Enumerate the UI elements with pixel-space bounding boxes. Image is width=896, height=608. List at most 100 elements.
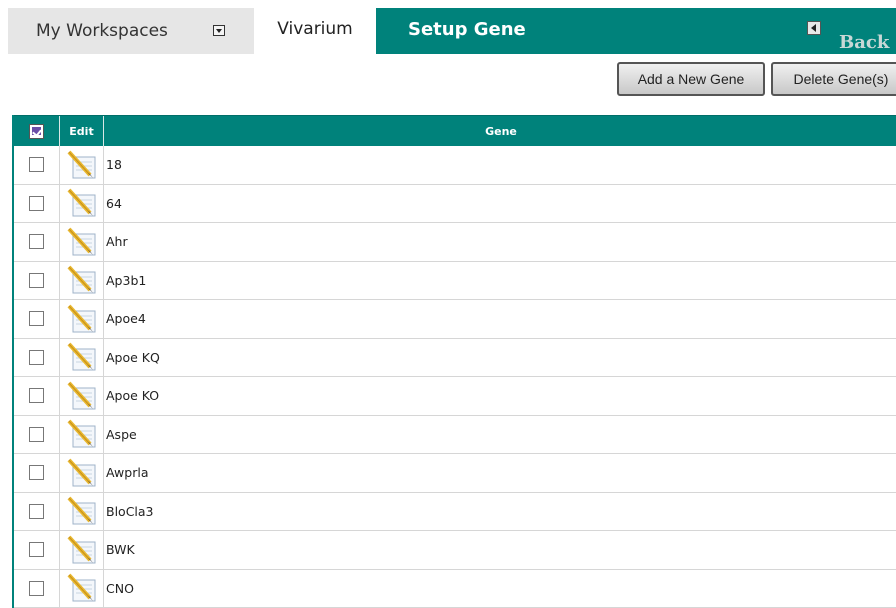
pencil-icon bbox=[65, 227, 99, 257]
edit-cell[interactable] bbox=[60, 570, 104, 608]
gene-cell: Aspe bbox=[104, 416, 896, 454]
gene-cell: BWK bbox=[104, 531, 896, 569]
row-select-cell bbox=[14, 339, 60, 377]
pencil-icon bbox=[65, 419, 99, 449]
table-row[interactable]: 18 bbox=[14, 146, 896, 185]
table-row[interactable]: Apoe4 bbox=[14, 300, 896, 339]
row-checkbox[interactable] bbox=[29, 427, 44, 442]
gene-table: Edit Gene 18 64 Ahr Ap3b1 Apoe4 Apoe KQ Apoe K… bbox=[12, 115, 896, 608]
gene-cell: Apoe KO bbox=[104, 377, 896, 415]
edit-cell[interactable] bbox=[60, 493, 104, 531]
gene-cell: Awprla bbox=[104, 454, 896, 492]
edit-cell[interactable] bbox=[60, 300, 104, 338]
tab-vivarium[interactable]: Vivarium bbox=[254, 8, 376, 54]
select-all-checkbox-icon[interactable] bbox=[29, 124, 44, 139]
row-checkbox[interactable] bbox=[29, 581, 44, 596]
gene-name: BloCla3 bbox=[106, 504, 154, 519]
pencil-icon bbox=[65, 535, 99, 565]
table-row[interactable]: BWK bbox=[14, 531, 896, 570]
dropdown-arrow-icon[interactable] bbox=[213, 25, 225, 36]
gene-name: Ap3b1 bbox=[106, 273, 146, 288]
edit-cell[interactable] bbox=[60, 377, 104, 415]
edit-cell[interactable] bbox=[60, 531, 104, 569]
table-row[interactable]: Aspe bbox=[14, 416, 896, 455]
delete-genes-button[interactable]: Delete Gene(s) bbox=[771, 62, 896, 96]
row-checkbox[interactable] bbox=[29, 388, 44, 403]
pencil-icon bbox=[65, 342, 99, 372]
gene-name: Aspe bbox=[106, 427, 137, 442]
table-row[interactable]: Awprla bbox=[14, 454, 896, 493]
gene-cell: Apoe KQ bbox=[104, 339, 896, 377]
row-checkbox[interactable] bbox=[29, 157, 44, 172]
gene-column-header[interactable]: Gene bbox=[104, 116, 896, 146]
gene-name: Apoe KQ bbox=[106, 350, 160, 365]
row-checkbox[interactable] bbox=[29, 465, 44, 480]
row-select-cell bbox=[14, 531, 60, 569]
gene-name: Apoe4 bbox=[106, 311, 146, 326]
row-checkbox[interactable] bbox=[29, 273, 44, 288]
pencil-icon bbox=[65, 381, 99, 411]
tab-vivarium-label: Vivarium bbox=[277, 19, 353, 39]
tab-my-workspaces[interactable]: My Workspaces bbox=[8, 8, 254, 54]
select-all-cell bbox=[14, 116, 60, 146]
table-header: Edit Gene bbox=[14, 115, 896, 146]
table-row[interactable]: Ap3b1 bbox=[14, 262, 896, 301]
back-button[interactable]: Back bbox=[807, 21, 827, 35]
edit-cell[interactable] bbox=[60, 262, 104, 300]
gene-name: 64 bbox=[106, 196, 122, 211]
pencil-icon bbox=[65, 304, 99, 334]
gene-cell: BloCla3 bbox=[104, 493, 896, 531]
row-select-cell bbox=[14, 262, 60, 300]
top-navigation: My Workspaces Vivarium Setup Gene Back bbox=[0, 0, 896, 54]
row-checkbox[interactable] bbox=[29, 311, 44, 326]
pencil-icon bbox=[65, 188, 99, 218]
table-row[interactable]: Apoe KO bbox=[14, 377, 896, 416]
edit-cell[interactable] bbox=[60, 416, 104, 454]
row-checkbox[interactable] bbox=[29, 504, 44, 519]
gene-cell: Apoe4 bbox=[104, 300, 896, 338]
gene-name: CNO bbox=[106, 581, 134, 596]
row-checkbox[interactable] bbox=[29, 542, 44, 557]
gene-cell: Ahr bbox=[104, 223, 896, 261]
page-title: Setup Gene bbox=[408, 19, 526, 40]
edit-header-label: Edit bbox=[69, 125, 93, 138]
edit-cell[interactable] bbox=[60, 223, 104, 261]
edit-cell[interactable] bbox=[60, 339, 104, 377]
table-row[interactable]: BloCla3 bbox=[14, 493, 896, 532]
tab-setup-gene: Setup Gene Back bbox=[376, 8, 896, 54]
edit-cell[interactable] bbox=[60, 146, 104, 184]
gene-name: BWK bbox=[106, 542, 135, 557]
gene-header-label: Gene bbox=[485, 125, 517, 138]
row-select-cell bbox=[14, 416, 60, 454]
tab-my-workspaces-label: My Workspaces bbox=[36, 21, 168, 41]
pencil-icon bbox=[65, 573, 99, 603]
table-row[interactable]: Apoe KQ bbox=[14, 339, 896, 378]
row-select-cell bbox=[14, 300, 60, 338]
add-new-gene-button[interactable]: Add a New Gene bbox=[617, 62, 765, 96]
row-checkbox[interactable] bbox=[29, 196, 44, 211]
back-button-label: Back bbox=[839, 32, 889, 53]
gene-name: Apoe KO bbox=[106, 388, 159, 403]
row-select-cell bbox=[14, 454, 60, 492]
gene-cell: 64 bbox=[104, 185, 896, 223]
row-select-cell bbox=[14, 146, 60, 184]
table-row[interactable]: CNO bbox=[14, 570, 896, 608]
table-row[interactable]: 64 bbox=[14, 185, 896, 224]
table-row[interactable]: Ahr bbox=[14, 223, 896, 262]
gene-name: 18 bbox=[106, 157, 122, 172]
gene-name: Awprla bbox=[106, 465, 148, 480]
row-select-cell bbox=[14, 185, 60, 223]
row-checkbox[interactable] bbox=[29, 350, 44, 365]
back-arrow-icon bbox=[807, 21, 821, 35]
edit-column-header: Edit bbox=[60, 116, 104, 146]
gene-name: Ahr bbox=[106, 234, 128, 249]
pencil-icon bbox=[65, 265, 99, 295]
gene-cell: Ap3b1 bbox=[104, 262, 896, 300]
gene-cell: 18 bbox=[104, 146, 896, 184]
edit-cell[interactable] bbox=[60, 185, 104, 223]
pencil-icon bbox=[65, 496, 99, 526]
table-body: 18 64 Ahr Ap3b1 Apoe4 Apoe KQ Apoe KO Aspe Awprl… bbox=[14, 146, 896, 608]
edit-cell[interactable] bbox=[60, 454, 104, 492]
row-checkbox[interactable] bbox=[29, 234, 44, 249]
row-select-cell bbox=[14, 377, 60, 415]
